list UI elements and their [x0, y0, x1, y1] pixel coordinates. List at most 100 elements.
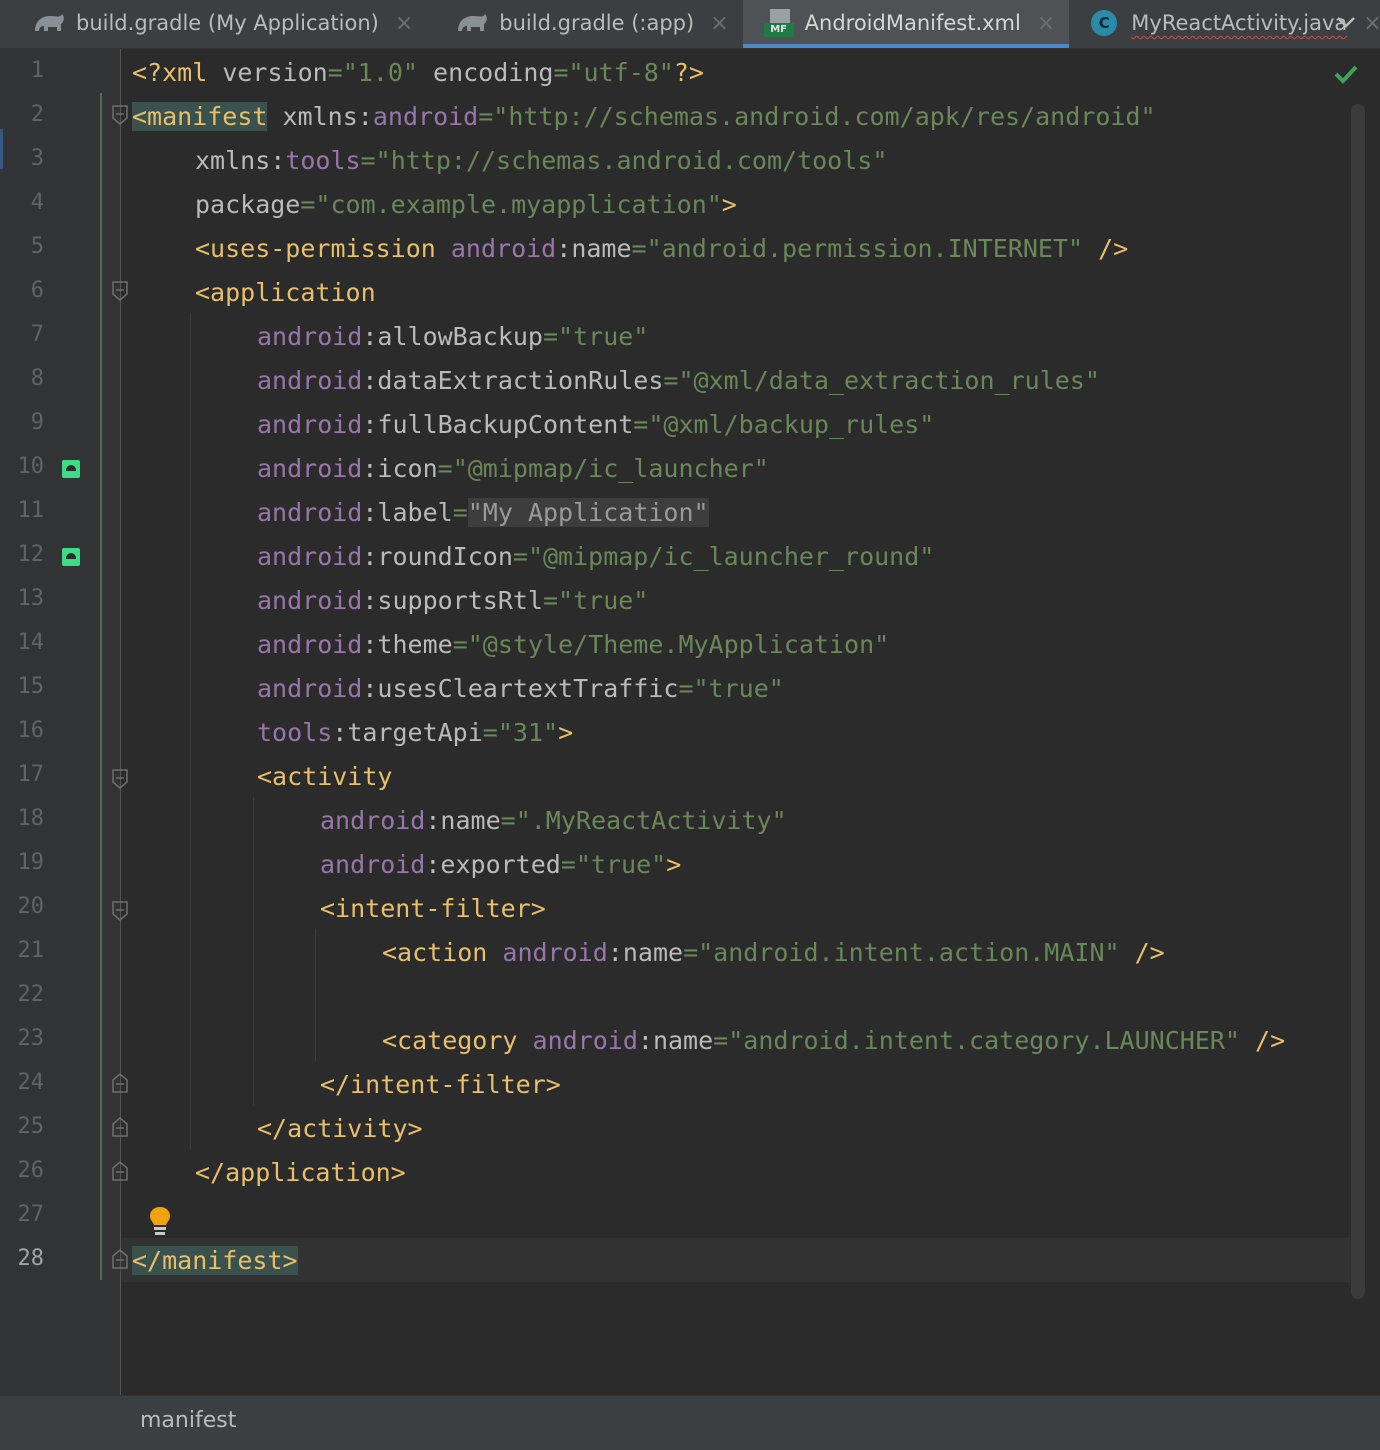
code-line[interactable]: android:theme="@style/Theme.MyApplicatio…: [257, 623, 889, 667]
code-line[interactable]: android:icon="@mipmap/ic_launcher": [257, 447, 769, 491]
line-number: 8: [30, 366, 44, 391]
tab-build-gradle-app[interactable]: build.gradle (:app) ×: [427, 0, 742, 46]
colon: :: [425, 850, 441, 879]
fold-end-marker-icon[interactable]: [111, 1160, 129, 1182]
attr-name: name: [622, 938, 684, 967]
chevron-down-icon[interactable]: [1334, 10, 1358, 34]
attr-value: ="android.permission.INTERNET": [631, 234, 1084, 263]
attr-name: exported: [440, 850, 561, 879]
xml-decl: <?xml: [132, 58, 223, 87]
tab-android-manifest[interactable]: MF AndroidManifest.xml ×: [742, 0, 1070, 48]
code-line[interactable]: </application>: [195, 1151, 406, 1195]
tab-build-gradle-project[interactable]: build.gradle (My Application) ×: [0, 0, 427, 46]
code-line[interactable]: android:dataExtractionRules="@xml/data_e…: [257, 359, 1100, 403]
line-number: 5: [30, 234, 44, 259]
line-number: 18: [17, 806, 45, 831]
code-line[interactable]: </activity>: [257, 1107, 423, 1151]
code-line[interactable]: <action android:name="android.intent.act…: [382, 931, 1165, 975]
android-resource-icon[interactable]: [62, 548, 80, 566]
code-line[interactable]: android:supportsRtl="true": [257, 579, 648, 623]
close-icon[interactable]: ×: [1037, 11, 1055, 36]
android-resource-icon[interactable]: [62, 460, 80, 478]
fold-marker-icon[interactable]: [111, 900, 129, 922]
attr-value: ="http://schemas.android.com/apk/res/and…: [478, 102, 1156, 131]
fold-marker-icon[interactable]: [111, 768, 129, 790]
fold-end-marker-icon[interactable]: [111, 1116, 129, 1138]
tab-label: MyReactActivity.java: [1131, 11, 1348, 35]
colon: :: [362, 630, 378, 659]
attr-value: ="true": [543, 586, 649, 615]
colon: :: [362, 366, 378, 395]
colon: :: [332, 718, 348, 747]
code-line[interactable]: <uses-permission android:name="android.p…: [195, 227, 1128, 271]
vertical-scrollbar[interactable]: [1351, 104, 1365, 1299]
fold-end-marker-icon[interactable]: [111, 1072, 129, 1094]
lightbulb-icon[interactable]: [148, 1205, 172, 1239]
code-line[interactable]: </intent-filter>: [320, 1063, 561, 1107]
code-line[interactable]: android:label="My Application": [257, 491, 709, 535]
attr-value: ="utf-8": [553, 58, 674, 87]
breadcrumb-bar: manifest: [0, 1395, 1380, 1450]
tab-label: AndroidManifest.xml: [804, 11, 1021, 35]
gradle-elephant-icon: [32, 9, 66, 37]
tag-name: <intent-filter>: [320, 894, 546, 923]
code-line[interactable]: <activity: [257, 755, 392, 799]
attr-name: supportsRtl: [377, 586, 543, 615]
tag-name: <action: [382, 938, 488, 967]
tag-name: <manifest: [132, 102, 268, 131]
attr-name: usesCleartextTraffic: [377, 674, 679, 703]
line-number: 15: [17, 674, 45, 699]
code-editor[interactable]: 1 2 3 4 5 6 7 8 9 10 11 12 13 14 15 16 1…: [0, 49, 1380, 1395]
code-line[interactable]: android:allowBackup="true": [257, 315, 648, 359]
indent-guide: [190, 313, 191, 1149]
close-icon[interactable]: ×: [1363, 11, 1380, 36]
close-icon[interactable]: ×: [395, 11, 413, 36]
attr-value: ="android.intent.action.MAIN": [683, 938, 1120, 967]
colon: :: [607, 938, 623, 967]
line-number: 4: [30, 190, 44, 215]
tag-name: <application: [195, 278, 376, 307]
tag-end: >: [666, 850, 682, 879]
line-number: 23: [17, 1026, 45, 1051]
tag-end: />: [1239, 1026, 1286, 1055]
attr-name: dataExtractionRules: [377, 366, 664, 395]
folded-string-value[interactable]: "My Application": [467, 498, 709, 527]
editor-tab-bar: build.gradle (My Application) × build.gr…: [0, 0, 1380, 49]
attr-name: name: [652, 1026, 714, 1055]
fold-marker-icon[interactable]: [111, 280, 129, 302]
code-line[interactable]: android:usesCleartextTraffic="true": [257, 667, 784, 711]
code-line[interactable]: xmlns:tools="http://schemas.android.com/…: [195, 139, 887, 183]
code-line[interactable]: tools:targetApi="31">: [257, 711, 573, 755]
code-line[interactable]: <?xml version="1.0" encoding="utf-8"?>: [132, 51, 704, 95]
attr-name: xmlns: [282, 102, 358, 131]
fold-marker-icon[interactable]: [111, 104, 129, 126]
tab-label: build.gradle (My Application): [76, 11, 379, 35]
code-line[interactable]: android:roundIcon="@mipmap/ic_launcher_r…: [257, 535, 934, 579]
line-number: 9: [30, 410, 44, 435]
attr-namespace: android: [257, 542, 363, 571]
code-line[interactable]: <category android:name="android.intent.c…: [382, 1019, 1285, 1063]
attr-name: package: [195, 190, 301, 219]
line-number: 22: [17, 982, 45, 1007]
line-number: 25: [17, 1114, 45, 1139]
line-number-current: 28: [17, 1246, 45, 1271]
code-line[interactable]: <application: [195, 271, 376, 315]
class-icon-letter: C: [1091, 10, 1118, 36]
code-line[interactable]: android:name=".MyReactActivity": [320, 799, 787, 843]
check-icon[interactable]: [1333, 61, 1359, 87]
line-number: 6: [30, 278, 44, 303]
code-line[interactable]: <intent-filter>: [320, 887, 546, 931]
close-icon[interactable]: ×: [710, 11, 728, 36]
code-line-current[interactable]: </manifest>: [132, 1239, 298, 1283]
code-line[interactable]: android:exported="true">: [320, 843, 681, 887]
code-line[interactable]: <manifest xmlns:android="http://schemas.…: [132, 95, 1156, 139]
attr-name: icon: [377, 454, 438, 483]
manifest-icon-label: MF: [763, 23, 794, 37]
attr-namespace: android: [517, 1026, 638, 1055]
fold-end-marker-icon[interactable]: [111, 1248, 129, 1270]
breadcrumb-item-manifest[interactable]: manifest: [140, 1396, 236, 1446]
code-line[interactable]: android:fullBackupContent="@xml/backup_r…: [257, 403, 934, 447]
colon: :: [362, 498, 378, 527]
code-line[interactable]: package="com.example.myapplication">: [195, 183, 737, 227]
tag-name: <activity: [257, 762, 393, 791]
